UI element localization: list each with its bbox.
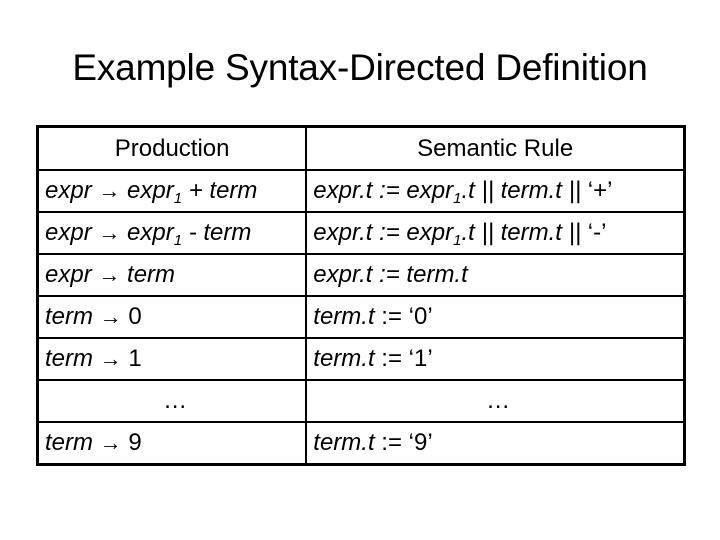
arrow-icon: → <box>99 304 122 329</box>
arrow-icon: → <box>99 430 122 455</box>
arrow-icon: → <box>99 346 122 371</box>
production-lhs: term <box>45 429 93 456</box>
production-cell: term → 0 <box>36 295 308 339</box>
production-cell: expr → expr1 - term <box>36 211 308 255</box>
sdd-table: Production Semantic Rule expr → expr1 + … <box>36 125 686 466</box>
production-cell: expr → term <box>36 253 308 297</box>
production-cell: expr → expr1 + term <box>36 169 308 213</box>
semantic-rule-cell: expr.t := expr1.t || term.t || ‘+’ <box>305 169 686 213</box>
production-lhs: expr <box>45 177 92 204</box>
table-row-ellipsis: … … <box>36 379 686 423</box>
header-production: Production <box>36 125 308 171</box>
semantic-rule-cell: term.t := ‘9’ <box>305 421 686 466</box>
header-semantic-rule: Semantic Rule <box>305 125 686 171</box>
semantic-rule-cell: expr.t := term.t <box>305 253 686 297</box>
table-row: expr → term expr.t := term.t <box>36 253 686 297</box>
production-rhs: expr1 - term <box>127 219 252 249</box>
semantic-rule-cell: expr.t := expr1.t || term.t || ‘-’ <box>305 211 686 255</box>
production-cell: term → 1 <box>36 337 308 381</box>
table-row: expr → expr1 - term expr.t := expr1.t ||… <box>36 211 686 255</box>
production-lhs: term <box>45 345 93 372</box>
production-rhs: 0 <box>128 303 142 330</box>
arrow-icon: → <box>98 220 121 245</box>
semantic-rule-cell: term.t := ‘1’ <box>305 337 686 381</box>
production-lhs: expr <box>45 261 92 288</box>
table-row: term → 0 term.t := ‘0’ <box>36 295 686 339</box>
production-rhs: 9 <box>128 429 142 456</box>
table-row: term → 9 term.t := ‘9’ <box>36 421 686 466</box>
arrow-icon: → <box>98 178 121 203</box>
semantic-rule-cell: term.t := ‘0’ <box>305 295 686 339</box>
arrow-icon: → <box>98 262 121 287</box>
table-header-row: Production Semantic Rule <box>36 125 686 171</box>
semantic-rule-ellipsis: … <box>305 379 686 423</box>
production-rhs: term <box>127 261 176 288</box>
production-ellipsis: … <box>36 379 308 423</box>
table-row: expr → expr1 + term expr.t := expr1.t ||… <box>36 169 686 213</box>
production-rhs: expr1 + term <box>127 177 258 207</box>
production-lhs: term <box>45 303 93 330</box>
production-lhs: expr <box>45 219 92 246</box>
slide-title: Example Syntax-Directed Definition <box>72 47 648 88</box>
production-cell: term → 9 <box>36 421 308 466</box>
table-row: term → 1 term.t := ‘1’ <box>36 337 686 381</box>
production-rhs: 1 <box>128 345 142 372</box>
